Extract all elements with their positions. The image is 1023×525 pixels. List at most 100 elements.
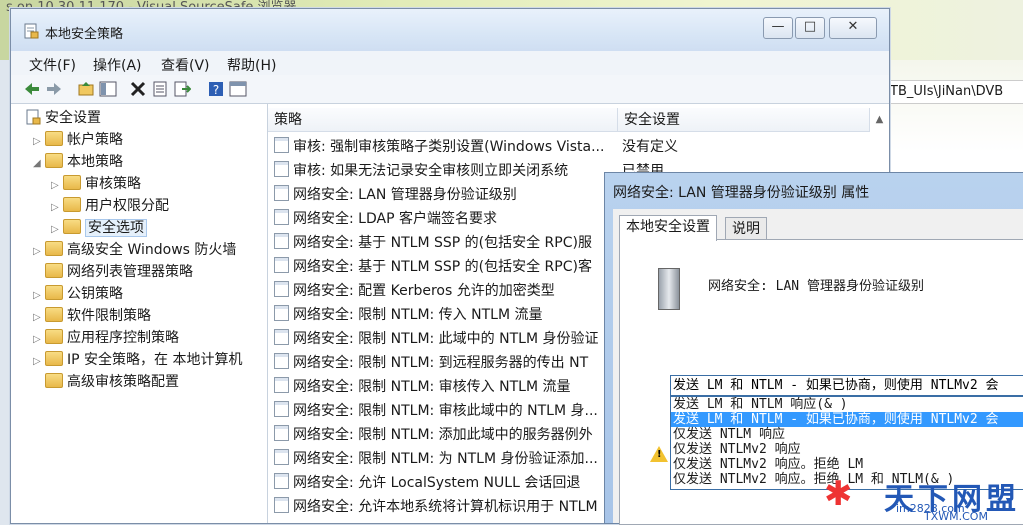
dropdown-option[interactable]: 仅发送 NTLMv2 响应。拒绝 LM xyxy=(671,457,1023,472)
tree-item[interactable]: ▷ 公钥策略 xyxy=(33,284,123,304)
folder-icon xyxy=(45,131,63,146)
dropdown-option[interactable]: 仅发送 NTLMv2 响应 xyxy=(671,442,1023,457)
background-path-field: TB_UIs\JiNan\DVB xyxy=(890,80,1023,104)
policy-app-icon xyxy=(24,23,39,39)
policy-icon xyxy=(274,377,289,393)
dropdown-option[interactable]: 发送 LM 和 NTLM 响应(& ) xyxy=(671,397,1023,412)
tree-item[interactable]: 网络列表管理器策略 xyxy=(33,262,193,282)
column-header-setting[interactable]: 安全设置 xyxy=(618,108,870,132)
folder-icon xyxy=(63,219,81,234)
menu-help[interactable]: 帮助(H) xyxy=(227,55,276,75)
menu-file[interactable]: 文件(F) xyxy=(29,55,76,75)
menu-action[interactable]: 操作(A) xyxy=(93,55,142,75)
expand-arrow-icon[interactable]: ▷ xyxy=(33,286,45,306)
window-titlebar[interactable]: 本地安全策略 — □ ✕ xyxy=(11,9,889,51)
policy-name-cell: 网络安全: 限制 NTLM: 审核传入 NTLM 流量 xyxy=(293,379,571,395)
tree-item-label: 审核策略 xyxy=(85,176,141,192)
maximize-button[interactable]: □ xyxy=(795,17,825,39)
policy-name-cell: 审核: 强制审核策略子类别设置(Windows Vista... xyxy=(293,139,605,155)
menu-bar: 文件(F) 操作(A) 查看(V) 帮助(H) xyxy=(11,51,889,75)
expand-arrow-icon[interactable]: ▷ xyxy=(33,308,45,328)
console-icon[interactable] xyxy=(229,80,247,98)
folder-icon xyxy=(45,263,63,278)
auth-level-dropdown[interactable]: 发送 LM 和 NTLM - 如果已协商，则使用 NTLMv2 会 xyxy=(670,375,1023,396)
tree-item[interactable]: ▷ IP 安全策略，在 本地计算机 xyxy=(33,350,242,370)
policy-name-cell: 网络安全: 允许 LocalSystem NULL 会话回退 xyxy=(293,475,581,491)
forward-arrow-icon[interactable] xyxy=(45,80,63,98)
folder-icon xyxy=(45,285,63,300)
policy-name-cell: 网络安全: 限制 NTLM: 到远程服务器的传出 NT xyxy=(293,355,589,371)
policy-icon xyxy=(274,425,289,441)
folder-icon xyxy=(45,241,63,256)
folder-icon xyxy=(45,329,63,344)
policy-name-cell: 网络安全: 限制 NTLM: 为 NTLM 身份验证添加... xyxy=(293,451,598,467)
tab-explain[interactable]: 说明 xyxy=(725,217,767,240)
tree-item[interactable]: 高级审核策略配置 xyxy=(33,372,179,392)
expand-arrow-icon[interactable]: ▷ xyxy=(33,132,45,152)
tree-item[interactable]: ▷ 用户权限分配 xyxy=(51,196,169,216)
table-row[interactable]: 审核: 强制审核策略子类别设置(Windows Vista... 没有定义 xyxy=(274,135,864,159)
tree-root-label: 安全设置 xyxy=(45,110,101,126)
expand-arrow-icon[interactable]: ▷ xyxy=(51,198,63,218)
site-watermark: ✱ 天下网盟 im2828.com TXWM.COM xyxy=(820,472,1023,523)
show-hide-tree-icon[interactable] xyxy=(99,80,117,98)
tree-item[interactable]: ◢ 本地策略 xyxy=(33,152,123,172)
tree-item[interactable]: ▷ 帐户策略 xyxy=(33,130,123,150)
watermark-url-2: TXWM.COM xyxy=(924,510,988,523)
minimize-button[interactable]: — xyxy=(763,17,793,39)
folder-icon xyxy=(63,175,81,190)
dropdown-option[interactable]: 发送 LM 和 NTLM - 如果已协商，则使用 NTLMv2 会 xyxy=(671,412,1023,427)
dropdown-option[interactable]: 仅发送 NTLM 响应 xyxy=(671,427,1023,442)
policy-name-cell: 网络安全: LDAP 客户端签名要求 xyxy=(293,211,497,227)
policy-name-cell: 网络安全: 限制 NTLM: 添加此域中的服务器例外 xyxy=(293,427,593,443)
properties-icon[interactable] xyxy=(151,80,169,98)
tree-item-label: 应用程序控制策略 xyxy=(67,330,179,346)
back-arrow-icon[interactable] xyxy=(23,80,41,98)
column-header-policy[interactable]: 策略 xyxy=(268,108,618,132)
policy-name-cell: 网络安全: 限制 NTLM: 审核此域中的 NTLM 身... xyxy=(293,403,598,419)
folder-icon xyxy=(63,197,81,212)
toolbar: ? xyxy=(11,75,889,104)
policy-name-cell: 网络安全: 限制 NTLM: 传入 NTLM 流量 xyxy=(293,307,543,323)
policy-icon xyxy=(274,185,289,201)
export-list-icon[interactable] xyxy=(173,80,191,98)
tree-item-label: 高级审核策略配置 xyxy=(67,374,179,390)
help-icon[interactable]: ? xyxy=(207,80,225,98)
tree-item[interactable]: ▷ 审核策略 xyxy=(51,174,141,194)
expand-arrow-icon[interactable]: ▷ xyxy=(33,352,45,372)
close-button[interactable]: ✕ xyxy=(829,17,877,39)
scroll-up-arrow-icon[interactable]: ▲ xyxy=(870,108,889,132)
policy-icon xyxy=(274,473,289,489)
tree-item[interactable]: ▷ 应用程序控制策略 xyxy=(33,328,179,348)
tree-item[interactable]: ▷ 软件限制策略 xyxy=(33,306,151,326)
expand-arrow-icon[interactable]: ▷ xyxy=(51,220,63,240)
policy-icon xyxy=(274,209,289,225)
tree-root[interactable]: 安全设置 xyxy=(25,108,101,128)
policy-name-cell: 网络安全: 基于 NTLM SSP 的(包括安全 RPC)客 xyxy=(293,259,592,275)
policy-name-cell: 网络安全: 配置 Kerberos 允许的加密类型 xyxy=(293,283,555,299)
policy-icon xyxy=(274,449,289,465)
menu-view[interactable]: 查看(V) xyxy=(161,55,210,75)
collapse-arrow-icon[interactable]: ◢ xyxy=(33,154,45,174)
tree-item-label: 本地策略 xyxy=(67,154,123,170)
policy-icon xyxy=(274,401,289,417)
tree-item[interactable]: ▷ 安全选项 xyxy=(51,218,147,238)
expand-arrow-icon[interactable]: ▷ xyxy=(33,242,45,262)
expand-arrow-icon[interactable]: ▷ xyxy=(33,330,45,350)
tree-item-label: 帐户策略 xyxy=(67,132,123,148)
folder-icon xyxy=(45,373,63,388)
expand-arrow-icon[interactable]: ▷ xyxy=(51,176,63,196)
tree-item[interactable]: ▷ 高级安全 Windows 防火墙 xyxy=(33,240,236,260)
up-folder-icon[interactable] xyxy=(77,80,95,98)
policy-icon xyxy=(274,305,289,321)
tree-item-label: 安全选项 xyxy=(85,219,147,237)
delete-icon[interactable] xyxy=(129,80,147,98)
dialog-title: 网络安全: LAN 管理器身份验证级别 属性 xyxy=(613,185,870,201)
tab-local-security-setting[interactable]: 本地安全设置 xyxy=(619,215,717,241)
policy-icon xyxy=(274,161,289,177)
folder-icon xyxy=(45,153,63,168)
tree-item-label: 软件限制策略 xyxy=(67,308,151,324)
tree-item-label: 公钥策略 xyxy=(67,286,123,302)
policy-icon xyxy=(274,281,289,297)
warning-icon-mark: ! xyxy=(657,449,662,460)
